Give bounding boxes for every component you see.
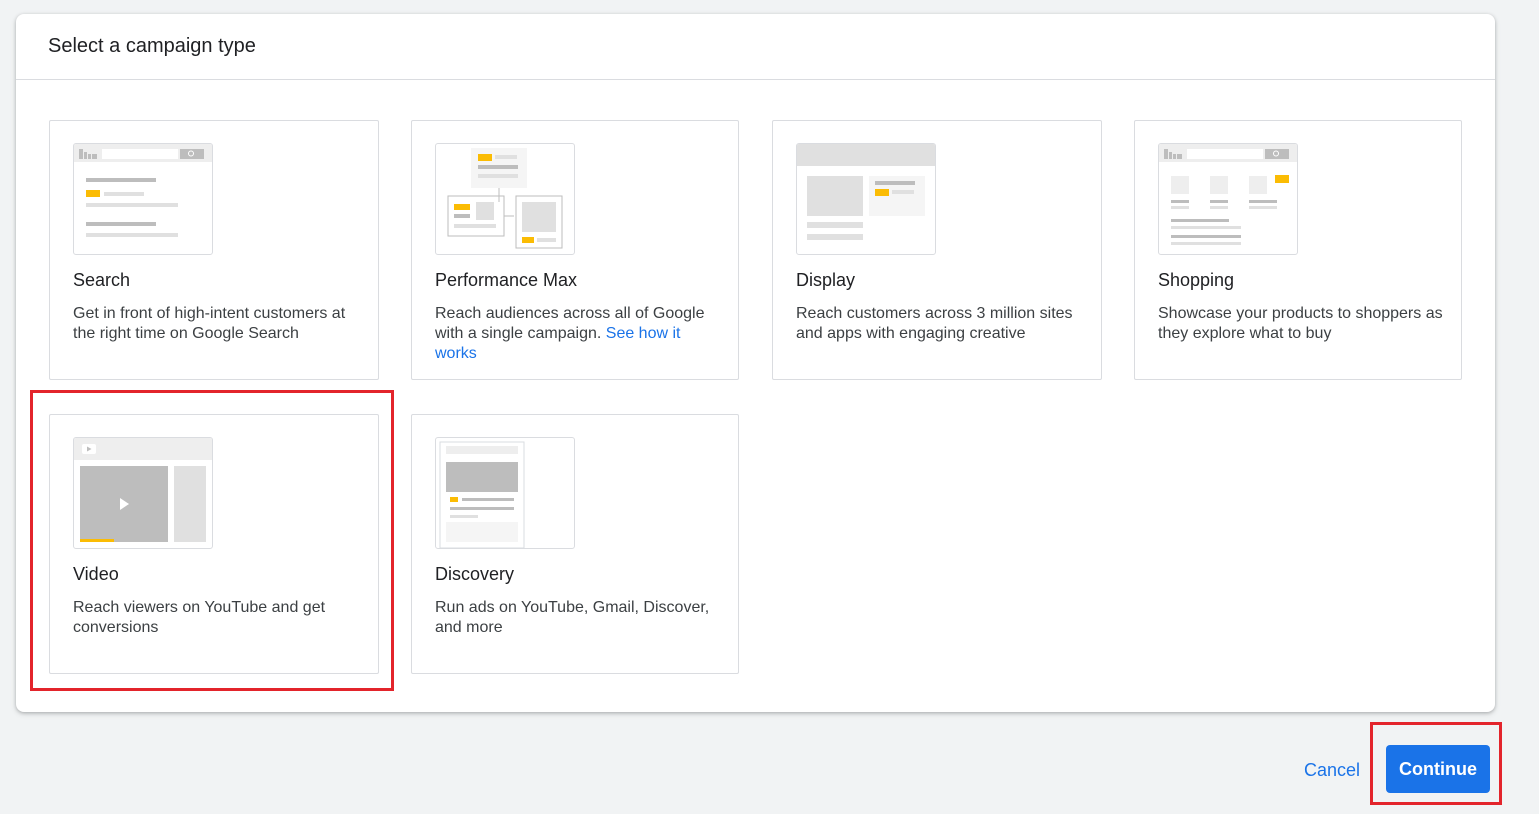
card-title: Shopping: [1158, 270, 1235, 290]
page-title: Select a campaign type: [48, 35, 256, 57]
campaign-card-search[interactable]: Search Get in front of high-intent custo…: [49, 120, 379, 380]
campaign-card-discovery[interactable]: Discovery Run ads on YouTube, Gmail, Dis…: [411, 414, 739, 674]
video-illustration-icon: [73, 437, 213, 549]
display-illustration-icon: [796, 143, 936, 255]
card-title: Display: [796, 270, 856, 290]
shopping-illustration-icon: [1158, 143, 1298, 255]
discovery-illustration-icon: [435, 437, 575, 549]
campaign-card-shopping[interactable]: Shopping Showcase your products to shopp…: [1134, 120, 1462, 380]
card-description: Reach audiences across all of Google wit…: [435, 304, 725, 364]
cancel-button[interactable]: Cancel: [1290, 752, 1374, 788]
dialog-header: Select a campaign type: [16, 14, 1495, 80]
campaign-card-video[interactable]: Video Reach viewers on YouTube and get c…: [49, 414, 379, 674]
card-title: Search: [73, 270, 131, 290]
campaign-type-dialog: Select a campaign type Search Get in fro…: [16, 14, 1495, 712]
card-description: Reach viewers on YouTube and get convers…: [73, 599, 326, 636]
card-description: Reach customers across 3 million sites a…: [796, 305, 1073, 342]
card-title: Performance Max: [435, 270, 578, 290]
card-description: Get in front of high-intent customers at…: [73, 305, 346, 342]
card-description: Showcase your products to shoppers as th…: [1158, 305, 1443, 342]
card-title: Video: [73, 564, 119, 584]
campaign-card-performance-max[interactable]: Performance Max Reach audiences across a…: [411, 120, 739, 380]
campaign-card-display[interactable]: Display Reach customers across 3 million…: [772, 120, 1102, 380]
continue-button[interactable]: Continue: [1386, 745, 1490, 793]
search-illustration-icon: [73, 143, 213, 255]
card-description: Run ads on YouTube, Gmail, Discover, and…: [435, 599, 710, 636]
performance-max-illustration-icon: [435, 143, 575, 255]
card-title: Discovery: [435, 564, 515, 584]
